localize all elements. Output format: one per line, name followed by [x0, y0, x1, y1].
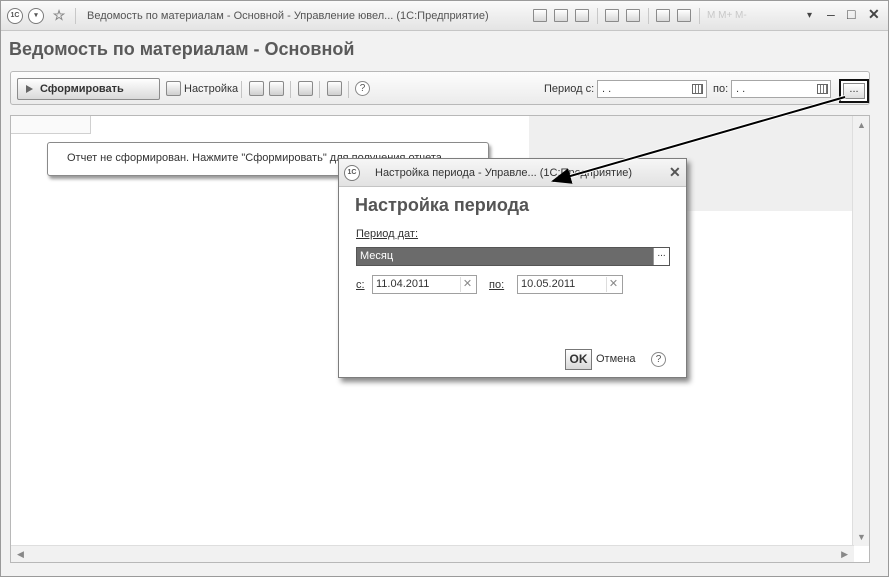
- period-from-input[interactable]: . .: [597, 80, 707, 98]
- calendar-icon[interactable]: [677, 9, 691, 22]
- preview-icon[interactable]: [575, 9, 589, 22]
- toolbar-separator: [319, 81, 320, 98]
- generate-button-label: Сформировать: [40, 83, 124, 95]
- dialog-title: Настройка периода - Управле... (1С:Предп…: [375, 167, 633, 179]
- main-window: 1C ▾ ☆ Ведомость по материалам - Основно…: [0, 0, 889, 577]
- period-to-label: по:: [713, 83, 729, 95]
- settings-icon[interactable]: [166, 81, 181, 96]
- date-from-label: с:: [356, 279, 365, 291]
- period-from-label: Период с:: [544, 83, 595, 95]
- ok-button[interactable]: OK: [565, 349, 592, 370]
- calendar-icon[interactable]: [692, 84, 703, 94]
- title-separator: [648, 8, 649, 24]
- scroll-left-icon[interactable]: ◀: [17, 549, 24, 560]
- period-from-value: . .: [602, 83, 612, 95]
- filter-icon[interactable]: [298, 81, 313, 96]
- save-icon[interactable]: [533, 9, 547, 22]
- vertical-scrollbar[interactable]: ▲ ▼: [852, 116, 869, 546]
- period-type-value: Месяц: [360, 250, 394, 262]
- save-settings-icon[interactable]: [249, 81, 264, 96]
- calculator-icon[interactable]: [656, 9, 670, 22]
- spreadsheet-corner: [11, 116, 91, 134]
- scroll-right-icon[interactable]: ▶: [841, 549, 848, 560]
- calendar-icon[interactable]: [817, 84, 828, 94]
- minimize-icon[interactable]: –: [827, 6, 835, 22]
- menu-icon[interactable]: ▾: [28, 8, 44, 24]
- close-icon[interactable]: ✕: [868, 6, 880, 23]
- add-favorite-icon[interactable]: [605, 9, 619, 22]
- period-to-value: . .: [736, 83, 746, 95]
- date-to-input[interactable]: 10.05.2011 ✕: [517, 275, 623, 294]
- date-to-value: 10.05.2011: [521, 278, 576, 290]
- app-logo-icon: 1C: [344, 165, 360, 181]
- generate-button[interactable]: Сформировать: [17, 78, 160, 100]
- date-from-value: 11.04.2011: [376, 278, 430, 290]
- clear-icon[interactable]: ✕: [460, 277, 474, 292]
- cancel-button[interactable]: Отмена: [596, 353, 635, 365]
- favorite-icon[interactable]: ☆: [51, 8, 67, 24]
- toolbar-separator: [348, 81, 349, 98]
- help-icon[interactable]: ?: [355, 81, 370, 96]
- scroll-up-icon[interactable]: ▲: [857, 120, 866, 130]
- date-to-label: по:: [489, 279, 505, 291]
- dialog-close-icon[interactable]: ✕: [669, 164, 681, 181]
- scroll-down-icon[interactable]: ▼: [857, 532, 866, 542]
- memory-buttons: M M+ M-: [707, 10, 747, 21]
- app-logo-icon[interactable]: 1C: [7, 8, 23, 24]
- settings-button[interactable]: Настройка: [184, 83, 238, 95]
- toolbar-separator: [241, 81, 242, 98]
- period-type-select[interactable]: Месяц ...: [356, 247, 670, 266]
- title-bar: 1C ▾ ☆ Ведомость по материалам - Основно…: [1, 1, 888, 31]
- report-toolbar: Сформировать Настройка ? Период с: . . п…: [10, 71, 870, 105]
- play-icon: [26, 85, 33, 93]
- horizontal-scrollbar[interactable]: ◀ ▶: [11, 545, 854, 562]
- print-icon[interactable]: [327, 81, 342, 96]
- page-title: Ведомость по материалам - Основной: [9, 39, 355, 59]
- load-settings-icon[interactable]: [269, 81, 284, 96]
- dialog-title-bar: 1C Настройка периода - Управле... (1С:Пр…: [339, 159, 686, 187]
- clear-icon[interactable]: ✕: [606, 277, 620, 292]
- period-select-button-highlight[interactable]: ...: [839, 79, 869, 103]
- window-title: Ведомость по материалам - Основной - Упр…: [87, 10, 489, 22]
- period-settings-dialog: 1C Настройка периода - Управле... (1С:Пр…: [338, 158, 687, 378]
- period-type-choose-button[interactable]: ...: [653, 248, 669, 265]
- print-icon[interactable]: [554, 9, 568, 22]
- toolbar-separator: [290, 81, 291, 98]
- date-from-input[interactable]: 11.04.2011 ✕: [372, 275, 477, 294]
- dialog-heading: Настройка периода: [355, 195, 530, 215]
- dropdown-icon[interactable]: ▾: [807, 10, 812, 21]
- help-icon[interactable]: ?: [651, 352, 666, 367]
- favorites-list-icon[interactable]: [626, 9, 640, 22]
- period-type-label: Период дат:: [356, 228, 419, 240]
- maximize-icon[interactable]: □: [847, 6, 855, 22]
- title-separator: [597, 8, 598, 24]
- title-separator: [699, 8, 700, 24]
- title-separator: [75, 8, 76, 24]
- period-to-input[interactable]: . .: [731, 80, 831, 98]
- period-select-button[interactable]: ...: [843, 83, 865, 99]
